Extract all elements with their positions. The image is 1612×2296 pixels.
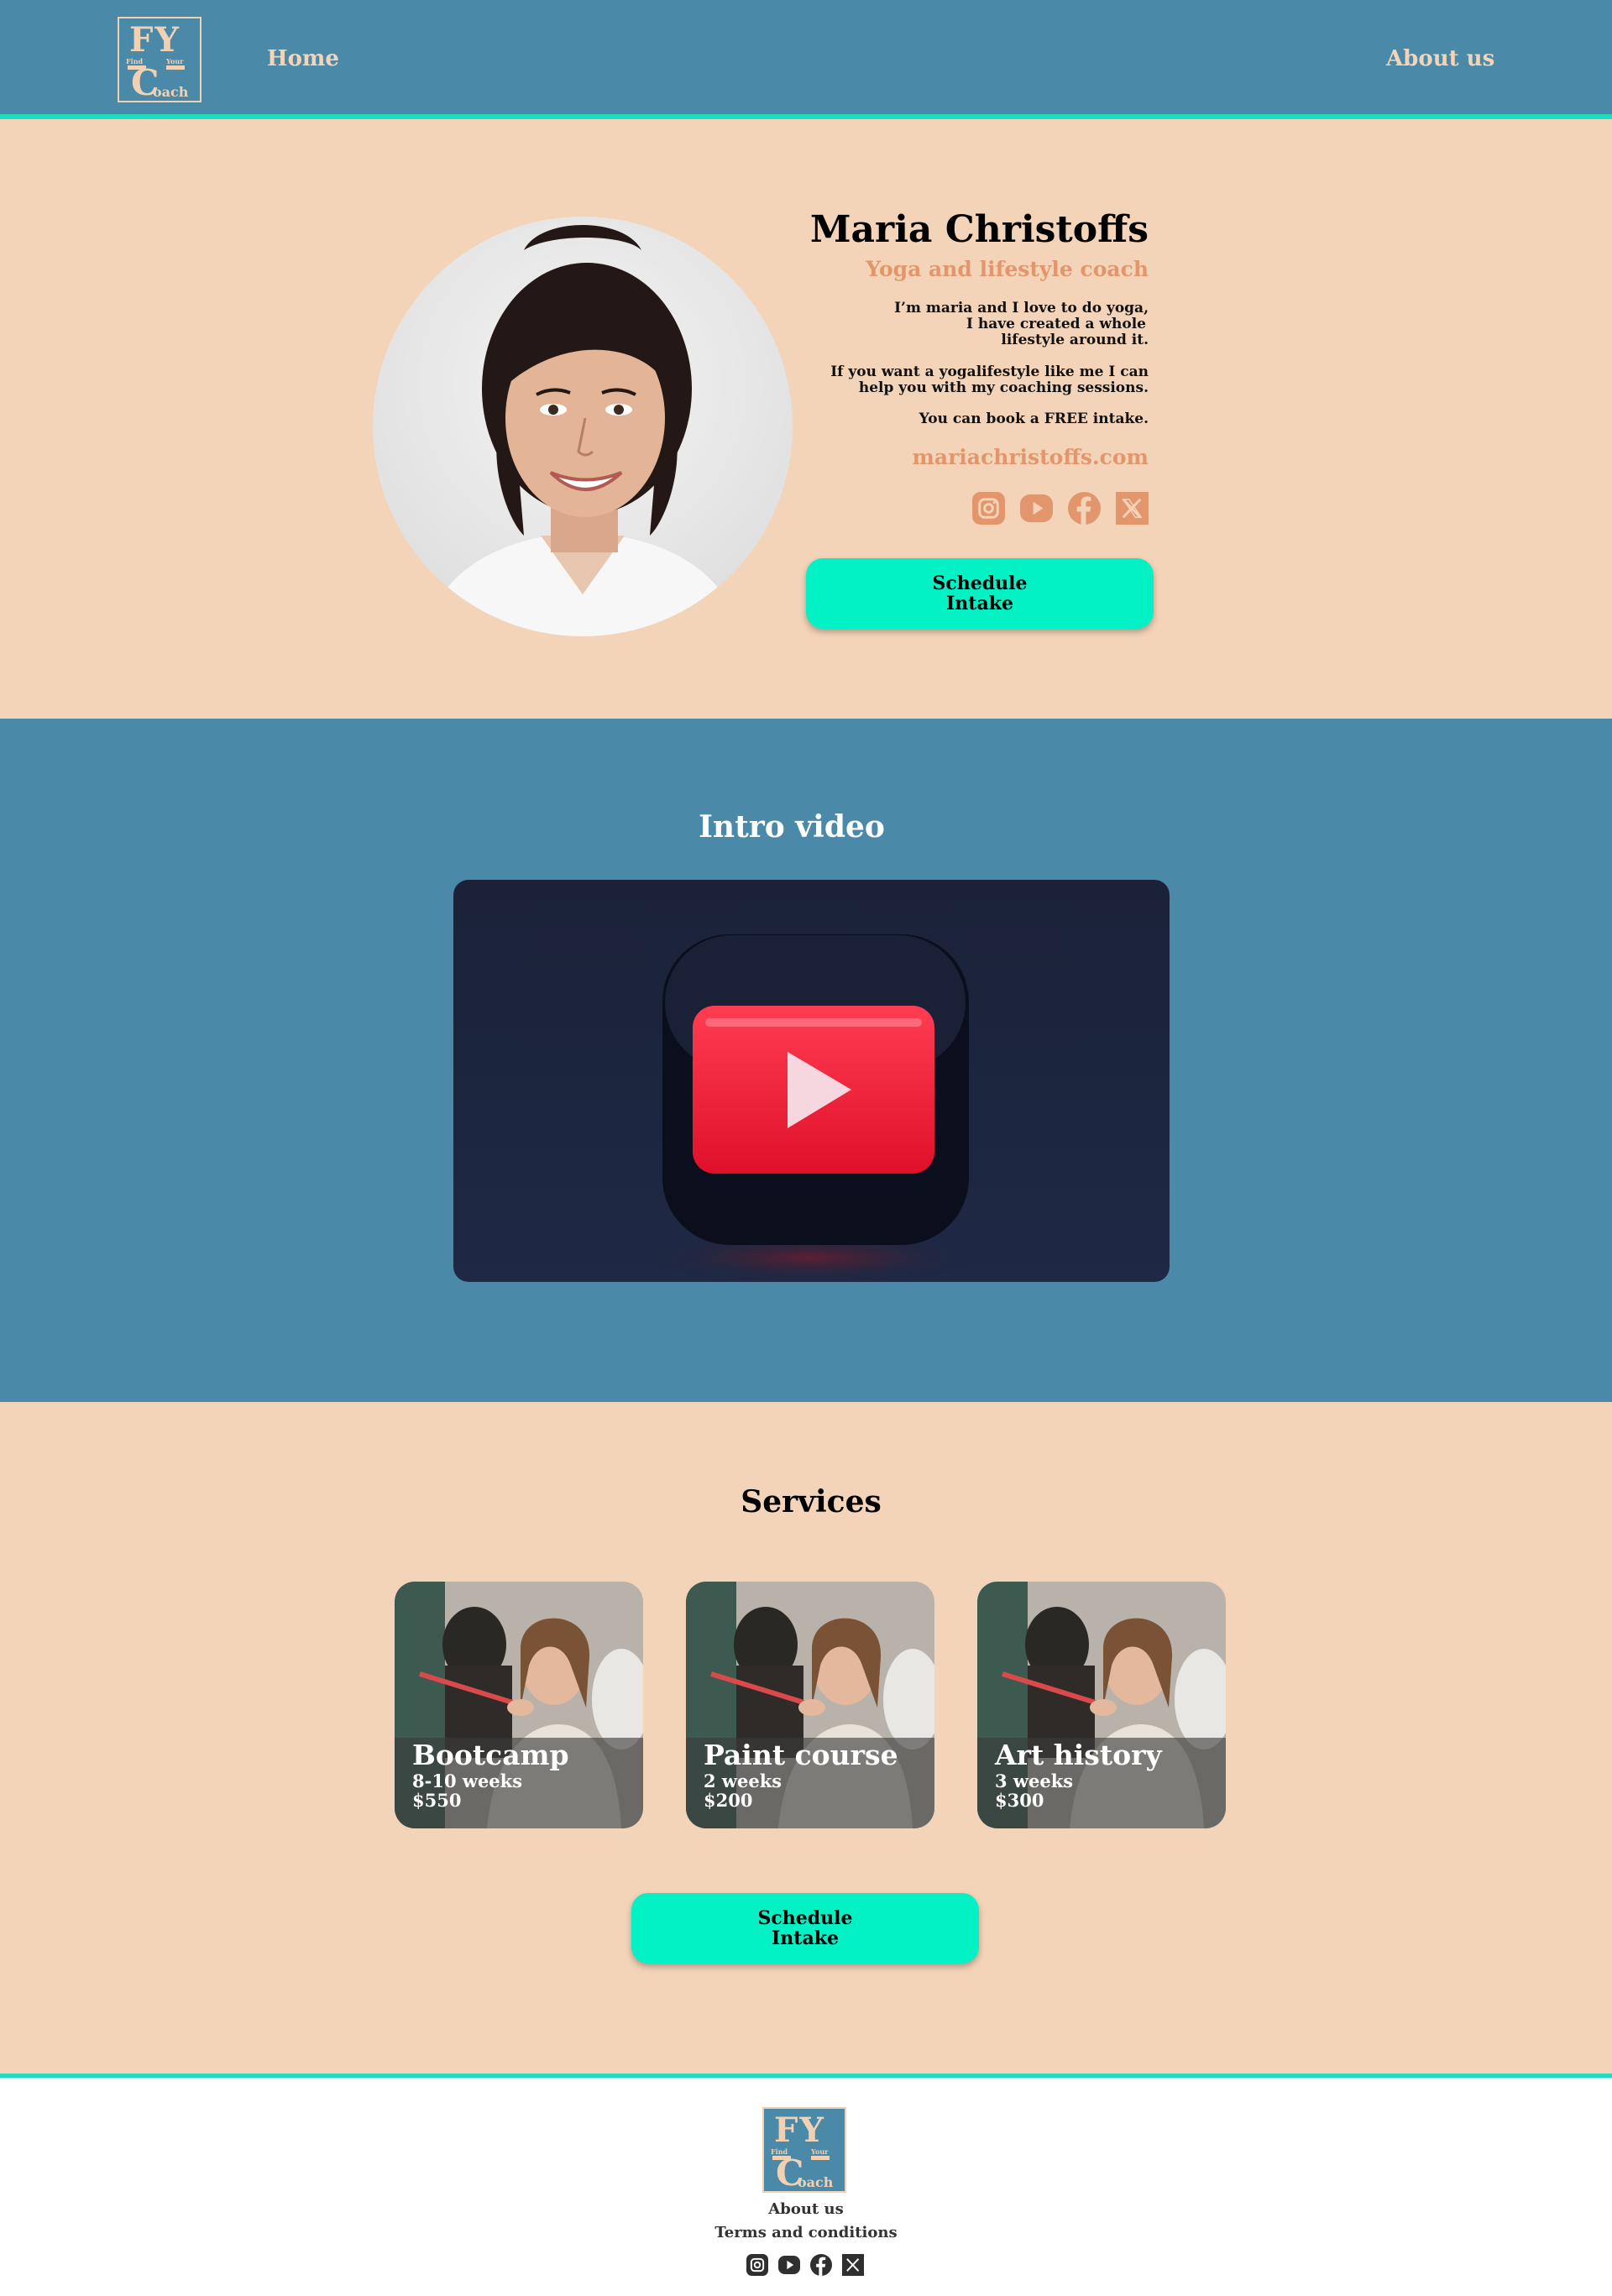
bio-line: lifestyle around it. [1001,332,1149,348]
logo-fy: FY [774,2110,825,2150]
schedule-intake-button[interactable]: Schedule Intake [806,558,1154,629]
bio-paragraph-2: If you want a yogalifestyle like me I ca… [830,364,1149,396]
service-price: $300 [995,1790,1044,1811]
intro-video-title: Intro video [699,809,885,845]
facebook-icon[interactable] [810,2254,832,2276]
bio-paragraph-1: I’m maria and I love to do yoga, I have … [894,301,1149,348]
x-icon[interactable] [842,2254,864,2276]
bio-paragraph-3: You can book a FREE intake. [919,411,1149,427]
logo-bar-right [811,2156,830,2160]
instagram-icon[interactable] [972,492,1005,525]
nav-home[interactable]: Home [267,46,339,71]
site-footer: FY Find Your C oach About us Terms and c… [0,2074,1612,2296]
footer-social-icons [746,2254,864,2276]
logo-your: Your [166,57,184,65]
youtube-icon[interactable] [1020,492,1053,525]
service-price: $200 [704,1790,753,1811]
service-card-bootcamp[interactable]: Bootcamp 8-10 weeks $550 [395,1582,643,1828]
nav-about[interactable]: About us [1386,46,1494,71]
youtube-icon[interactable] [778,2254,800,2276]
service-duration: 3 weeks [995,1770,1074,1791]
service-title: Paint course [704,1739,898,1771]
service-card-overlay: Art history 3 weeks $300 [977,1738,1226,1828]
footer-logo[interactable]: FY Find Your C oach [762,2107,846,2194]
service-duration: 8-10 weeks [412,1770,523,1791]
service-card-overlay: Paint course 2 weeks $200 [686,1738,934,1828]
footer-about-link[interactable]: About us [0,2200,1612,2218]
coach-role: Yoga and lifestyle coach [866,257,1149,281]
site-header: FY Find Your C oach Home About us [0,0,1612,119]
bio-line: I’m maria and I love to do yoga, [894,300,1149,316]
service-price: $550 [412,1790,462,1811]
bio-line: I have created a whole [966,316,1146,332]
service-card-overlay: Bootcamp 8-10 weeks $550 [395,1738,643,1828]
logo-your: Your [811,2147,829,2156]
services-section: Services Bootcamp 8-10 weeks $550 Paint … [0,1402,1612,2074]
hero-section: Maria Christoffs Yoga and lifestyle coac… [0,124,1612,719]
instagram-icon[interactable] [746,2254,768,2276]
coach-website-link[interactable]: mariachristoffs.com [912,445,1149,469]
service-title: Art history [995,1739,1162,1771]
footer-terms-link[interactable]: Terms and conditions [0,2224,1612,2241]
bio-line: If you want a yogalifestyle like me I ca… [830,363,1149,380]
schedule-intake-button-services[interactable]: Schedule Intake [631,1893,979,1964]
logo-fy: FY [129,20,181,60]
services-title: Services [741,1484,882,1519]
hero-social-icons [972,492,1149,525]
logo-oach: oach [153,84,189,100]
intro-video-section: Intro video [0,719,1612,1402]
service-card-paint-course[interactable]: Paint course 2 weeks $200 [686,1582,934,1828]
bio-line: help you with my coaching sessions. [858,379,1149,396]
service-card-art-history[interactable]: Art history 3 weeks $300 [977,1582,1226,1828]
coach-portrait [373,217,793,636]
service-title: Bootcamp [412,1739,569,1771]
facebook-icon[interactable] [1068,492,1101,525]
coach-name: Maria Christoffs [809,208,1149,251]
service-duration: 2 weeks [704,1770,782,1791]
x-icon[interactable] [1116,492,1149,525]
intro-video-player[interactable] [453,880,1170,1282]
site-logo[interactable]: FY Find Your C oach [118,17,202,103]
logo-oach: oach [798,2174,834,2190]
logo-bar-right [166,65,185,70]
